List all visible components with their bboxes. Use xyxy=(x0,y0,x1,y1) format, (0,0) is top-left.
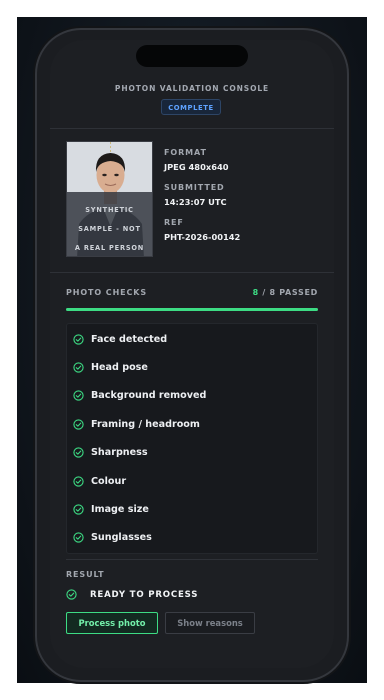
divider xyxy=(66,559,318,560)
checks-progress-fill xyxy=(66,308,318,311)
checks-list: Face detected Head pose Background removed… xyxy=(66,323,318,554)
divider xyxy=(50,128,334,129)
check-row: Face detected xyxy=(73,328,311,350)
submitted-label: SUBMITTED xyxy=(164,183,225,192)
divider xyxy=(50,272,334,273)
watermark-line: A REAL PERSON xyxy=(74,244,145,252)
watermark-line: SAMPLE - NOT xyxy=(78,225,141,233)
process-photo-button[interactable]: Process photo xyxy=(66,612,158,634)
check-label: Framing / headroom xyxy=(91,418,200,430)
check-circle-icon xyxy=(73,333,84,345)
check-circle-icon xyxy=(73,419,84,430)
photo-checks-title: PHOTO CHECKS xyxy=(66,288,148,297)
status-badge: COMPLETE xyxy=(161,99,221,115)
submitted-value: 14:23:07 UTC xyxy=(164,197,227,207)
show-reasons-button[interactable]: Show reasons xyxy=(165,612,255,634)
console-title: PHOTON VALIDATION CONSOLE xyxy=(114,84,270,93)
check-row: Head pose xyxy=(73,356,311,378)
watermark-line: SYNTHETIC xyxy=(85,206,134,214)
photo-preview: SYNTHETIC SAMPLE - NOT A REAL PERSON xyxy=(66,141,153,257)
result-label: RESULT xyxy=(66,570,105,579)
checks-progress-bar xyxy=(66,308,318,311)
check-circle-icon xyxy=(73,532,84,543)
check-label: Background removed xyxy=(91,390,207,402)
check-label: Face detected xyxy=(91,333,168,345)
check-row: Colour xyxy=(73,470,311,492)
check-label: Head pose xyxy=(91,361,148,373)
check-row: Image size xyxy=(73,498,311,520)
passed-total: / 8 PASSED xyxy=(258,288,318,297)
phone-frame: PHOTON VALIDATION CONSOLE COMPLETE SYNTH… xyxy=(37,30,347,680)
check-circle-icon xyxy=(73,447,84,458)
result-status: READY TO PROCESS xyxy=(66,589,198,600)
format-value: JPEG 480x640 xyxy=(164,162,229,172)
check-row: Framing / headroom xyxy=(73,413,311,435)
check-label: Sunglasses xyxy=(91,532,152,544)
result-status-text: READY TO PROCESS xyxy=(90,589,199,600)
ref-label: REF xyxy=(164,218,184,227)
check-circle-icon xyxy=(73,475,84,487)
format-label: FORMAT xyxy=(164,148,207,157)
check-row: Background removed xyxy=(73,385,311,407)
check-row: Sunglasses xyxy=(73,527,311,549)
check-circle-icon xyxy=(66,589,77,600)
synthetic-watermark: SYNTHETIC SAMPLE - NOT A REAL PERSON xyxy=(67,201,152,256)
dynamic-island xyxy=(136,45,248,67)
checks-passed-count: 8 / 8 PASSED xyxy=(253,288,318,297)
check-label: Colour xyxy=(91,475,127,487)
check-circle-icon xyxy=(73,362,84,373)
check-circle-icon xyxy=(73,390,84,401)
phone-screen: PHOTON VALIDATION CONSOLE COMPLETE SYNTH… xyxy=(50,40,334,668)
ref-value: PHT-2026-00142 xyxy=(164,232,241,242)
check-circle-icon xyxy=(73,504,84,515)
check-label: Sharpness xyxy=(91,447,148,459)
check-row: Sharpness xyxy=(73,442,311,464)
backdrop: PHOTON VALIDATION CONSOLE COMPLETE SYNTH… xyxy=(17,17,367,683)
check-label: Image size xyxy=(91,503,149,515)
